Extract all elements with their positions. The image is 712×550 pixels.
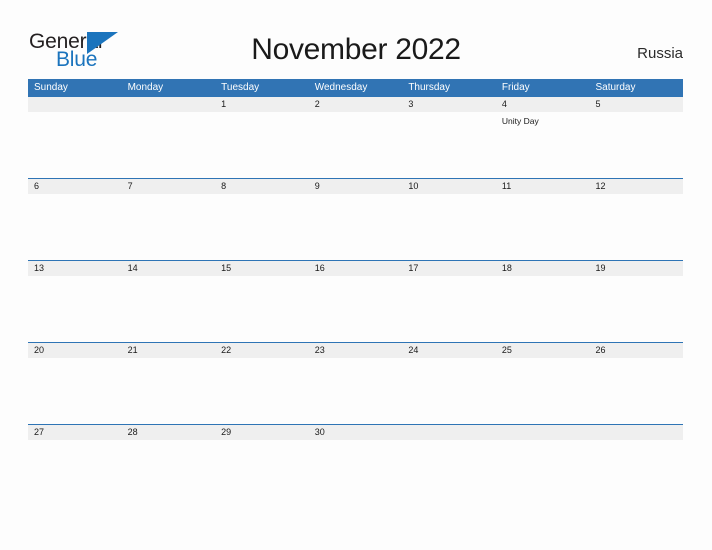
day-number[interactable]: 3 xyxy=(402,97,496,112)
day-number[interactable]: 26 xyxy=(589,343,683,358)
day-number[interactable]: 17 xyxy=(402,261,496,276)
day-cell[interactable] xyxy=(28,194,122,260)
day-number[interactable]: 22 xyxy=(215,343,309,358)
day-number[interactable]: 7 xyxy=(122,179,216,194)
week-event-band: Unity Day xyxy=(28,112,683,178)
day-number[interactable]: 24 xyxy=(402,343,496,358)
day-cell[interactable] xyxy=(496,440,590,506)
day-number[interactable]: 13 xyxy=(28,261,122,276)
weekday-monday: Monday xyxy=(127,82,164,93)
weekday-wednesday: Wednesday xyxy=(314,82,368,93)
day-number[interactable]: 5 xyxy=(589,97,683,112)
day-cell[interactable] xyxy=(309,440,403,506)
day-number[interactable]: 10 xyxy=(402,179,496,194)
day-cell[interactable] xyxy=(589,276,683,342)
day-cell[interactable] xyxy=(215,276,309,342)
day-number[interactable] xyxy=(589,425,683,440)
day-cell[interactable] xyxy=(309,112,403,178)
day-cell[interactable]: Unity Day xyxy=(496,112,590,178)
day-cell[interactable] xyxy=(309,358,403,424)
day-number[interactable] xyxy=(28,97,122,112)
day-cell[interactable] xyxy=(589,358,683,424)
event-label: Unity Day xyxy=(501,116,539,126)
day-number[interactable]: 15 xyxy=(215,261,309,276)
week-date-band: 1 2 3 4 5 xyxy=(28,97,683,112)
day-number[interactable]: 4 xyxy=(496,97,590,112)
day-cell[interactable] xyxy=(496,276,590,342)
day-number[interactable]: 19 xyxy=(589,261,683,276)
day-cell[interactable] xyxy=(28,276,122,342)
weekday-thursday: Thursday xyxy=(408,82,450,93)
page-header: General Blue November 2022 Russia xyxy=(0,0,712,78)
day-cell[interactable] xyxy=(122,358,216,424)
day-number[interactable]: 6 xyxy=(28,179,122,194)
week-event-band xyxy=(28,276,683,342)
day-cell[interactable] xyxy=(309,276,403,342)
locale-label: Russia xyxy=(637,45,683,62)
week-date-band: 27 28 29 30 xyxy=(28,425,683,440)
weekday-saturday: Saturday xyxy=(595,82,636,93)
day-number[interactable] xyxy=(402,425,496,440)
day-number[interactable]: 16 xyxy=(309,261,403,276)
day-number[interactable] xyxy=(122,97,216,112)
day-cell[interactable] xyxy=(309,194,403,260)
day-cell[interactable] xyxy=(122,194,216,260)
day-number[interactable]: 23 xyxy=(309,343,403,358)
day-cell[interactable] xyxy=(28,358,122,424)
day-cell[interactable] xyxy=(589,194,683,260)
day-number[interactable]: 25 xyxy=(496,343,590,358)
day-cell[interactable] xyxy=(589,440,683,506)
calendar-grid: Sunday Monday Tuesday Wednesday Thursday… xyxy=(28,79,683,506)
day-cell[interactable] xyxy=(215,112,309,178)
day-cell[interactable] xyxy=(496,194,590,260)
week-date-band: 6 7 8 9 10 11 12 xyxy=(28,179,683,194)
weekday-header-row: Sunday Monday Tuesday Wednesday Thursday… xyxy=(28,79,683,96)
day-number[interactable]: 28 xyxy=(122,425,216,440)
day-cell[interactable] xyxy=(28,440,122,506)
week-event-band xyxy=(28,358,683,424)
day-cell[interactable] xyxy=(589,112,683,178)
day-number[interactable]: 12 xyxy=(589,179,683,194)
day-cell[interactable] xyxy=(122,440,216,506)
week-date-band: 13 14 15 16 17 18 19 xyxy=(28,261,683,276)
week-date-band: 20 21 22 23 24 25 26 xyxy=(28,343,683,358)
day-cell[interactable] xyxy=(402,112,496,178)
weekday-tuesday: Tuesday xyxy=(221,82,260,93)
day-cell[interactable] xyxy=(122,112,216,178)
day-cell[interactable] xyxy=(122,276,216,342)
week-event-band xyxy=(28,194,683,260)
day-number[interactable]: 9 xyxy=(309,179,403,194)
day-cell[interactable] xyxy=(496,358,590,424)
day-number[interactable]: 18 xyxy=(496,261,590,276)
weekday-sunday: Sunday xyxy=(34,82,68,93)
calendar-week-row: 27 28 29 30 xyxy=(28,424,683,506)
day-cell[interactable] xyxy=(402,358,496,424)
calendar-week-row: 20 21 22 23 24 25 26 xyxy=(28,342,683,424)
day-number[interactable]: 2 xyxy=(309,97,403,112)
day-number[interactable]: 30 xyxy=(309,425,403,440)
day-number[interactable]: 29 xyxy=(215,425,309,440)
day-number[interactable]: 8 xyxy=(215,179,309,194)
day-cell[interactable] xyxy=(402,276,496,342)
weekday-friday: Friday xyxy=(501,82,530,93)
day-number[interactable]: 11 xyxy=(496,179,590,194)
day-cell[interactable] xyxy=(402,194,496,260)
page-title: November 2022 xyxy=(251,33,461,66)
day-cell[interactable] xyxy=(215,194,309,260)
calendar-week-row: 13 14 15 16 17 18 19 xyxy=(28,260,683,342)
day-cell[interactable] xyxy=(215,440,309,506)
calendar-week-row: 6 7 8 9 10 11 12 xyxy=(28,178,683,260)
day-number[interactable]: 1 xyxy=(215,97,309,112)
day-number[interactable]: 20 xyxy=(28,343,122,358)
day-number[interactable]: 27 xyxy=(28,425,122,440)
day-cell[interactable] xyxy=(215,358,309,424)
day-cell[interactable] xyxy=(28,112,122,178)
day-number[interactable]: 21 xyxy=(122,343,216,358)
day-number[interactable] xyxy=(496,425,590,440)
day-number[interactable]: 14 xyxy=(122,261,216,276)
week-event-band xyxy=(28,440,683,506)
day-cell[interactable] xyxy=(402,440,496,506)
calendar-week-row: 1 2 3 4 5 Unity Day xyxy=(28,96,683,178)
